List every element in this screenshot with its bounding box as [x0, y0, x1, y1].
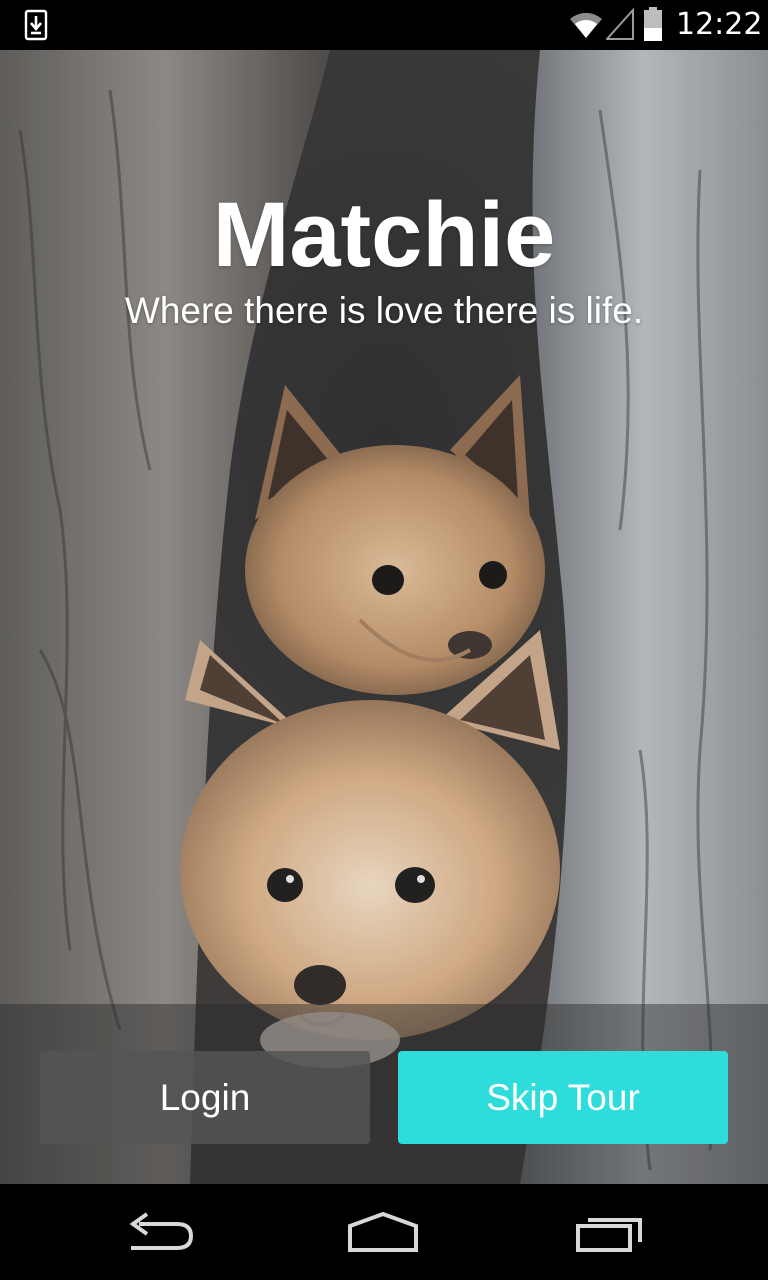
battery-icon	[644, 7, 662, 41]
skip-tour-button[interactable]: Skip Tour	[398, 1051, 728, 1144]
action-panel: Login Skip Tour	[0, 1004, 768, 1184]
welcome-screen: Matchie Where there is love there is lif…	[0, 50, 768, 1184]
app-title: Matchie	[212, 184, 556, 286]
status-bar: 12:22	[0, 0, 768, 50]
wifi-icon	[570, 12, 602, 38]
status-clock: 12:22	[676, 7, 763, 42]
signal-icon	[606, 8, 634, 40]
download-icon	[24, 9, 48, 41]
app-tagline: Where there is love there is life.	[124, 290, 644, 331]
navigation-bar	[0, 1184, 768, 1280]
recent-apps-icon[interactable]	[574, 1210, 644, 1254]
login-button[interactable]: Login	[40, 1051, 370, 1144]
back-icon[interactable]	[125, 1210, 195, 1254]
home-icon[interactable]	[348, 1210, 418, 1254]
